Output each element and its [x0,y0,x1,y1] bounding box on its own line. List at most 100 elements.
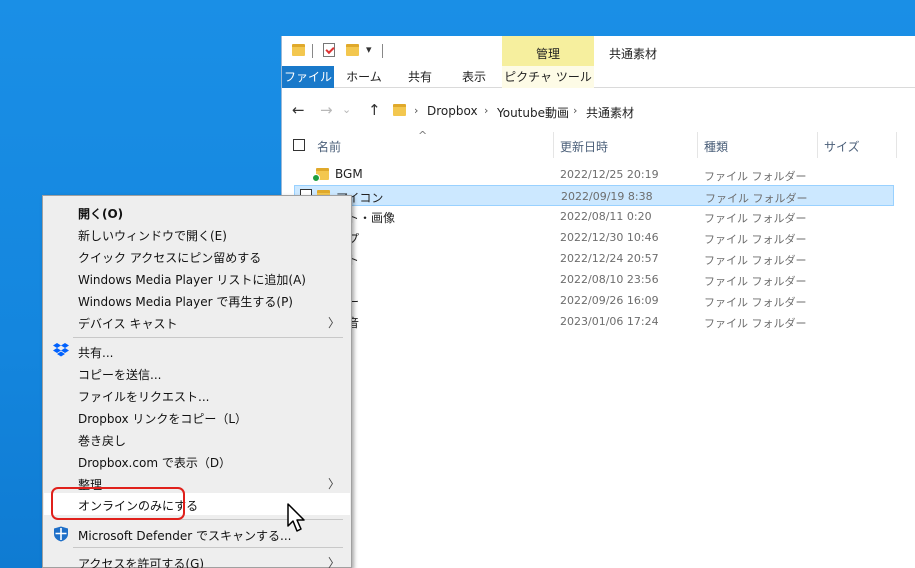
breadcrumb-youtube[interactable]: Youtube動画 [497,104,569,121]
menu-item-copy-dropbox-link[interactable]: Dropbox リンクをコピー（L） [44,406,350,428]
menu-item-wmp-play[interactable]: Windows Media Player で再生する(P) [44,289,350,311]
window-title: 共通素材 [609,47,658,61]
menu-item-label: クイック アクセスにピン留めする [78,251,262,265]
menu-item-view-dropbox-com[interactable]: Dropbox.com で表示（D） [44,450,350,472]
menu-item-device-cast[interactable]: デバイス キャスト 〉 [44,311,350,333]
customize-toolbar-icon[interactable]: ▾ [366,43,372,56]
folder-icon[interactable] [292,44,305,56]
menu-item-label: 共有... [78,346,114,360]
address-bar: ← → ⌄ ↑ › Dropbox › Youtube動画 › 共通素材 [282,97,915,123]
column-divider[interactable] [896,132,897,158]
menu-item-label: 巻き戻し [78,434,127,448]
menu-item-label: アクセスを許可する(G) [78,557,205,568]
menu-item-label: コピーを送信... [78,368,162,382]
sort-ascending-icon: ^ [418,129,428,142]
column-date[interactable]: 更新日時 [560,138,608,155]
select-all-checkbox[interactable] [293,139,305,151]
column-divider[interactable] [553,132,554,158]
context-tab-header: 管理 [502,36,594,66]
annotation-highlight-box [51,487,185,520]
folder-icon [393,104,406,116]
toolbar-divider [382,44,383,58]
recent-locations-button[interactable]: ⌄ [342,101,351,119]
properties-icon[interactable] [323,43,335,57]
menu-item-open-new-window[interactable]: 新しいウィンドウで開く(E) [44,223,350,245]
row-name: BGM [335,167,363,181]
new-folder-icon[interactable] [346,44,359,56]
explorer-window: ▾ 管理 共通素材 ファイル ホーム 共有 表示 ピクチャ ツール ← → ⌄ … [281,36,915,568]
row-type: ファイル フォルダー [704,254,807,267]
synced-check-icon [312,174,320,182]
quick-access-toolbar: ▾ 管理 共通素材 [282,36,915,66]
row-type: ファイル フォルダー [705,192,808,205]
table-row-selected[interactable]: アイコン 2022/09/19 8:38 ファイル フォルダー [294,185,894,206]
row-date: 2022/09/19 8:38 [561,190,653,203]
table-row[interactable]: ント 2022/12/24 20:57 ファイル フォルダー [294,248,894,269]
menu-item-share[interactable]: 共有... [44,340,350,362]
row-type: ファイル フォルダー [704,233,807,246]
row-date: 2022/12/25 20:19 [560,168,659,181]
menu-item-label: Windows Media Player で再生する(P) [78,295,293,309]
column-divider[interactable] [697,132,698,158]
forward-button[interactable]: → [320,101,333,119]
breadcrumb-separator[interactable]: › [414,104,418,117]
row-type: ファイル フォルダー [704,275,807,288]
row-date: 2022/12/24 20:57 [560,252,659,265]
breadcrumb-separator[interactable]: › [573,104,577,117]
menu-item-send-copy[interactable]: コピーを送信... [44,362,350,384]
breadcrumb-separator[interactable]: › [484,104,488,117]
shield-icon [54,526,68,542]
row-type: ファイル フォルダー [704,170,807,183]
menu-item-label: ファイルをリクエスト... [78,390,210,404]
row-date: 2022/12/30 10:46 [560,231,659,244]
menu-item-label: Windows Media Player リストに追加(A) [78,273,306,287]
toolbar-divider [312,44,313,58]
menu-item-rewind[interactable]: 巻き戻し [44,428,350,450]
tab-file[interactable]: ファイル [282,66,334,88]
row-date: 2022/08/10 23:56 [560,273,659,286]
tab-home[interactable]: ホーム [342,66,386,88]
menu-item-give-access[interactable]: アクセスを許可する(G) 〉 [44,551,350,568]
row-type: ファイル フォルダー [704,296,807,309]
breadcrumb[interactable]: › Dropbox › Youtube動画 › 共通素材 [385,99,905,123]
table-row[interactable]: BGM 2022/12/25 20:19 ファイル フォルダー [294,164,894,185]
back-button[interactable]: ← [292,101,305,119]
menu-item-open[interactable]: 開く(O) [44,201,350,223]
menu-divider [73,337,343,338]
menu-item-pin-quick-access[interactable]: クイック アクセスにピン留めする [44,245,350,267]
up-button[interactable]: ↑ [368,101,381,119]
submenu-arrow-icon: 〉 [327,556,340,568]
ribbon-tabs: ファイル ホーム 共有 表示 ピクチャ ツール [282,66,915,88]
breadcrumb-current[interactable]: 共通素材 [586,104,634,121]
mouse-cursor-icon [287,503,305,532]
tab-share[interactable]: 共有 [398,66,442,88]
menu-item-wmp-add-list[interactable]: Windows Media Player リストに追加(A) [44,267,350,289]
menu-item-label: 新しいウィンドウで開く(E) [78,229,227,243]
row-date: 2022/08/11 0:20 [560,210,652,223]
context-tab-header-label: 管理 [535,47,560,61]
column-size[interactable]: サイズ [824,138,860,155]
breadcrumb-dropbox[interactable]: Dropbox [427,104,478,118]
table-row[interactable]: ダー 2022/09/26 16:09 ファイル フォルダー [294,290,894,311]
menu-item-label: Microsoft Defender でスキャンする... [78,529,292,543]
menu-item-label: 開く(O) [78,207,124,221]
tab-picture-tools[interactable]: ピクチャ ツール [502,66,594,88]
submenu-arrow-icon: 〉 [327,316,340,330]
tab-view[interactable]: 表示 [452,66,496,88]
column-name[interactable]: 名前 [317,138,341,155]
menu-item-label: Dropbox リンクをコピー（L） [78,412,248,426]
column-header: 名前 ^ 更新日時 種類 サイズ [282,129,915,158]
table-row[interactable]: 果音 2023/01/06 17:24 ファイル フォルダー [294,311,894,332]
table-row[interactable]: スト・画像 2022/08/11 0:20 ファイル フォルダー [294,206,894,227]
menu-item-request-files[interactable]: ファイルをリクエスト... [44,384,350,406]
menu-divider [73,547,343,548]
menu-item-label: デバイス キャスト [78,317,178,331]
column-type[interactable]: 種類 [704,138,728,155]
column-divider[interactable] [817,132,818,158]
table-row[interactable]: ロ 2022/08/10 23:56 ファイル フォルダー [294,269,894,290]
table-row[interactable]: ップ 2022/12/30 10:46 ファイル フォルダー [294,227,894,248]
submenu-arrow-icon: 〉 [327,477,340,491]
row-date: 2022/09/26 16:09 [560,294,659,307]
menu-item-label: Dropbox.com で表示（D） [78,456,232,470]
row-type: ファイル フォルダー [704,317,807,330]
